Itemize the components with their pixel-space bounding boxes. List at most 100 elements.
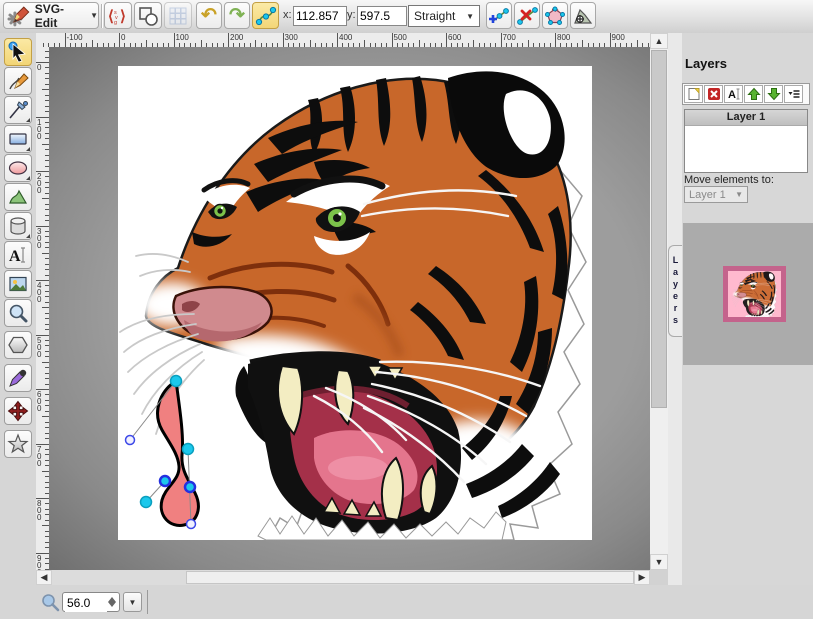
scroll-left-icon: ◀ [41,572,48,583]
select-tool-button[interactable] [4,38,32,66]
line-tool-button[interactable] [4,96,32,124]
delete-layer-button[interactable] [704,85,723,103]
status-bar: ▼ [0,585,813,619]
layer-up-button[interactable] [744,85,763,103]
close-path-icon [544,5,566,27]
move-elements-select[interactable]: Layer 1 ▼ [684,186,748,203]
layer-down-button[interactable] [764,85,783,103]
pencil-tool-button[interactable] [4,67,32,95]
zoom-spin-down-icon[interactable] [108,602,116,607]
scroll-right-icon: ▶ [639,572,646,583]
x-coordinate-input[interactable] [293,6,347,26]
undo-button[interactable]: ↶ [196,2,222,29]
workspace-background [49,47,650,570]
text-tool-button[interactable]: A [4,241,32,269]
add-node-button[interactable] [486,2,512,29]
path-tool-button[interactable] [4,183,32,211]
zoom-magnifier-icon [7,302,29,324]
scroll-down-icon: ▼ [655,557,664,567]
wireframe-button[interactable] [134,2,162,29]
rename-layer-button[interactable]: A [724,85,743,103]
horizontal-scrollbar[interactable]: ◀ ▶ [36,570,650,585]
zoom-tool-button[interactable] [4,299,32,327]
svg-text:A: A [728,89,736,101]
redo-icon: ↷ [229,6,245,25]
segment-dropdown-arrow-icon: ▼ [466,12,474,21]
vertical-scrollbar[interactable]: ▲ ▼ [650,33,668,570]
cross-arrows-tool-button[interactable] [4,397,32,425]
star-icon [7,433,29,455]
segment-type-select[interactable]: Straight ▼ [408,5,480,27]
path-node[interactable] [171,376,182,387]
zoom-level-input[interactable] [65,594,107,612]
layer-row-selected[interactable]: Layer 1 [685,110,807,126]
horizontal-scroll-thumb[interactable] [186,571,634,584]
layer-down-icon [767,87,781,101]
delete-layer-icon [707,87,721,101]
eyedropper-tool-button[interactable] [4,364,32,392]
delete-node-button[interactable] [514,2,540,29]
layers-panel-tab[interactable]: Layers [668,245,682,337]
undo-icon: ↶ [201,6,217,25]
vertical-scroll-thumb[interactable] [651,50,667,408]
svg-text:g: g [114,20,117,26]
control-handle[interactable] [187,520,196,529]
thumbnail-tiger-image [728,271,781,317]
main-menu-button[interactable]: SVG-Edit ▼ [3,2,99,29]
select-arrow-icon [7,41,29,63]
layer-menu-button[interactable] [784,85,803,103]
wireframe-shapes-icon [137,5,159,27]
redo-button[interactable]: ↷ [224,2,250,29]
control-handle[interactable] [126,436,135,445]
zoom-preset-dropdown[interactable]: ▼ [123,592,142,612]
add-subpath-button[interactable] [570,2,596,29]
star-tool-button[interactable] [4,430,32,458]
shape-library-button[interactable] [4,212,32,240]
new-layer-button[interactable] [684,85,703,103]
path-node[interactable] [141,497,152,508]
ellipse-tool-button[interactable] [4,154,32,182]
add-subpath-icon [572,5,594,27]
close-path-button[interactable] [542,2,568,29]
vertical-ruler: 0100200300400500600700800900 [36,47,50,570]
delete-node-icon [516,5,538,27]
edit-path-tool-button[interactable] [252,2,279,29]
statusbar-separator [147,590,148,614]
drawing-thumbnail[interactable] [723,266,786,322]
drawing-canvas[interactable] [118,66,592,540]
polygon-tool-button[interactable] [4,331,32,359]
flyout-arrow-icon [26,234,30,238]
svg-edit-logo-pencil-icon [7,4,31,28]
grid-icon [167,5,189,27]
source-code-button[interactable]: ⟨ ⟩ s v g [104,2,132,29]
path-node[interactable] [183,444,194,455]
zoom-level-field [62,592,120,612]
new-layer-icon [687,87,701,101]
edit-path-nodes-icon [255,5,277,27]
layers-tab-label: Layers [671,255,681,327]
scroll-up-icon: ▲ [655,36,664,46]
scroll-down-button[interactable]: ▼ [650,554,668,570]
zoom-magnifier-icon [40,592,60,612]
source-code-icon: ⟨ ⟩ s v g [107,5,129,27]
scroll-up-button[interactable]: ▲ [650,33,668,49]
cross-arrows-icon [7,400,29,422]
path-node-selected[interactable] [185,482,195,492]
scroll-right-button[interactable]: ▶ [634,570,650,585]
flyout-arrow-icon [26,118,30,122]
layer-menu-icon [787,87,801,101]
layer-buttons-row: A [682,83,810,105]
image-icon [7,273,29,295]
path-node-selected[interactable] [160,476,170,486]
polygon-hexagon-icon [7,334,29,356]
rectangle-tool-button[interactable] [4,125,32,153]
grid-button[interactable] [164,2,192,29]
image-tool-button[interactable] [4,270,32,298]
svg-text:A: A [9,248,21,265]
text-icon: A [7,244,29,266]
horizontal-ruler: -10001002003004005006007008009001000 [36,33,650,48]
scroll-left-button[interactable]: ◀ [36,570,52,585]
layer-list[interactable]: Layer 1 [684,109,808,173]
y-coordinate-input[interactable] [357,6,407,26]
zoom-dropdown-arrow-icon: ▼ [129,598,137,607]
